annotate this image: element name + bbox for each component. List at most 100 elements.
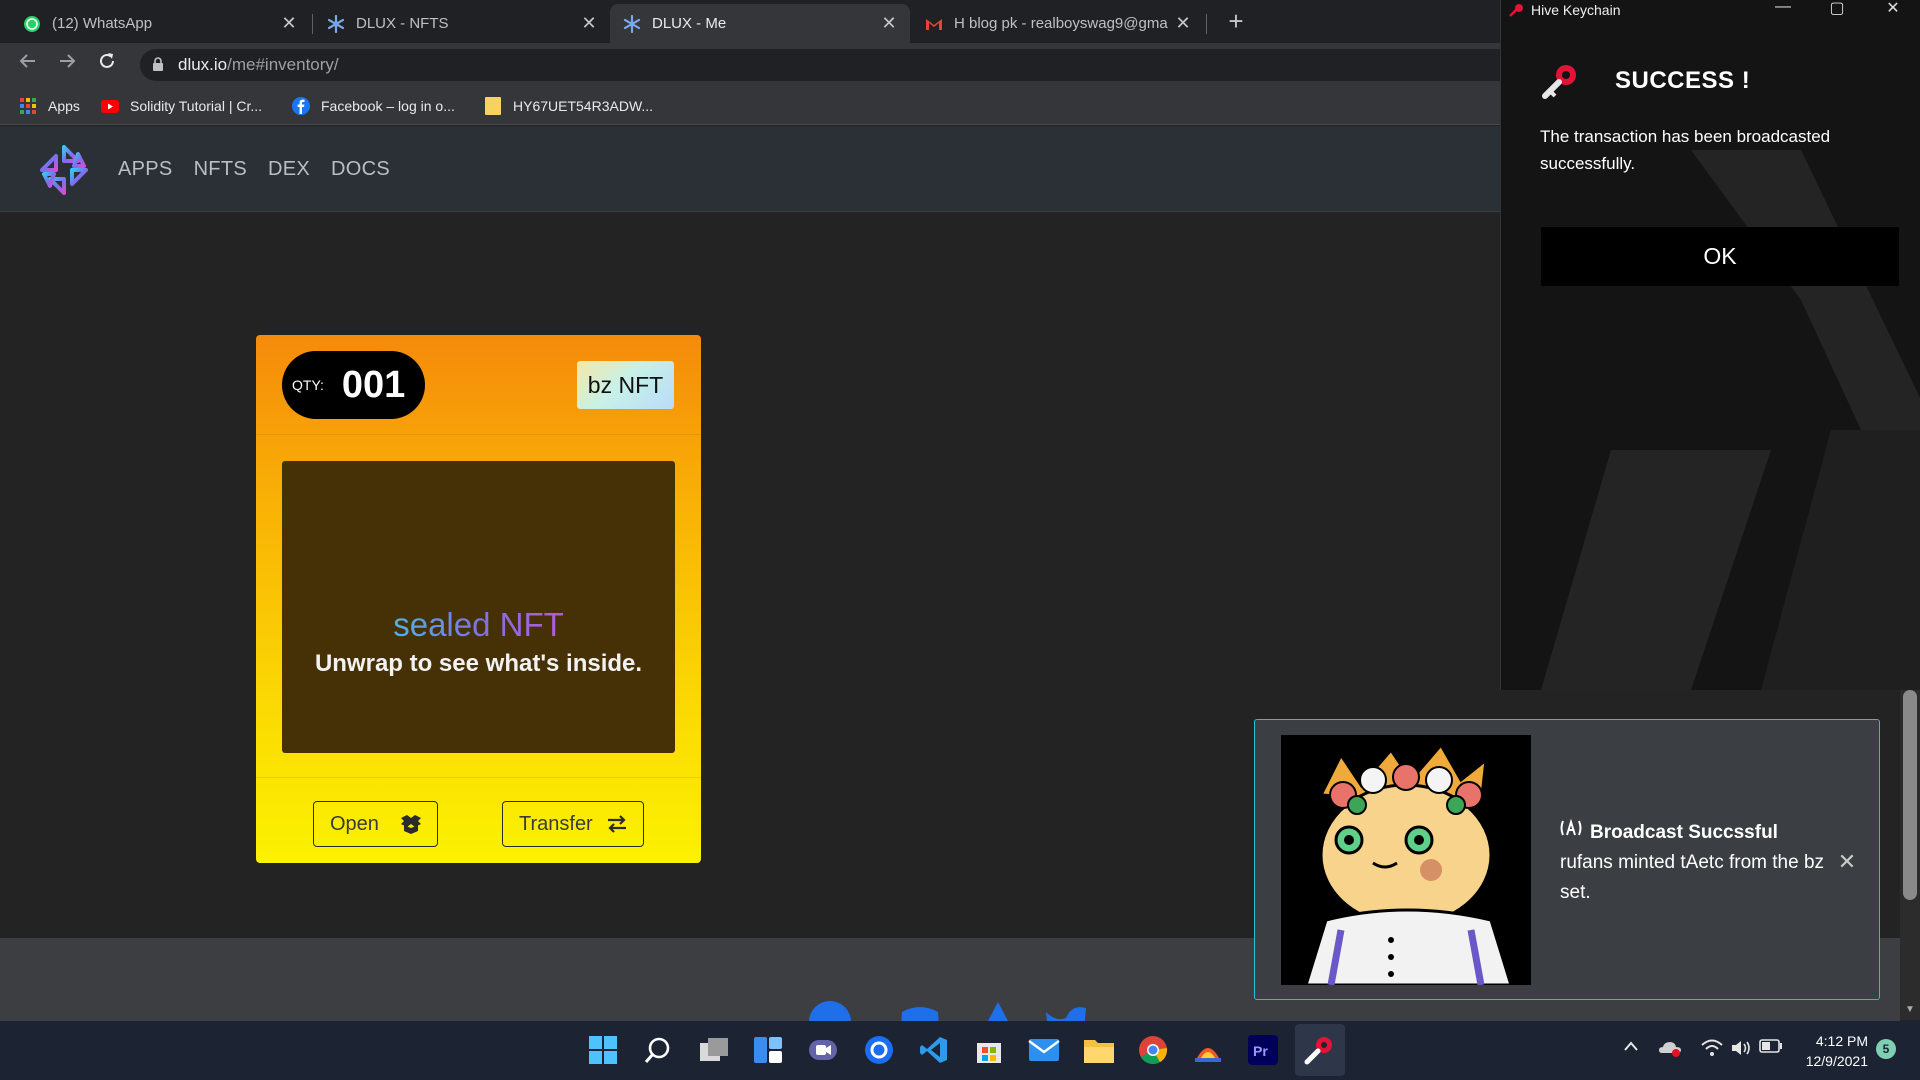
bookmark-label: Facebook – log in o... [321, 98, 455, 114]
bookmark-apps[interactable]: Apps [19, 96, 80, 116]
volume-icon[interactable] [1729, 1039, 1753, 1061]
open-button[interactable]: Open [313, 801, 438, 847]
note-icon [484, 97, 502, 115]
wifi-icon[interactable] [1700, 1039, 1724, 1061]
nav-nfts[interactable]: NFTS [194, 158, 247, 181]
vscode-icon[interactable] [917, 1033, 951, 1067]
bookmark-label: Solidity Tutorial | Cr... [130, 98, 263, 114]
tab-title: DLUX - Me [652, 15, 727, 32]
close-icon[interactable]: ✕ [1174, 13, 1192, 34]
github-icon[interactable] [808, 1000, 852, 1021]
key-icon [1509, 4, 1523, 17]
bookmark-label: HY67UET54R3ADW... [513, 98, 654, 114]
file-explorer-icon[interactable] [1082, 1033, 1116, 1067]
task-view-icon[interactable] [697, 1033, 731, 1067]
bookmark-solidity[interactable]: Solidity Tutorial | Cr... [101, 96, 262, 116]
keychain-logo-icon [1542, 65, 1576, 99]
reload-icon [100, 53, 114, 68]
arrow-left-icon [19, 54, 35, 68]
tab-dlux-nfts[interactable]: DLUX - NFTS ✕ [314, 4, 610, 43]
reload-button[interactable] [93, 51, 121, 79]
qty-label: QTY: [292, 377, 324, 393]
taskbar: Pr 4:12 PM 12/9/2021 5 [0, 1021, 1920, 1080]
widgets-icon[interactable] [751, 1033, 785, 1067]
tab-gmail[interactable]: H blog pk - realboyswag9@gmail.com ✕ [912, 4, 1204, 43]
tab-whatsapp[interactable]: (12) WhatsApp ✕ [10, 4, 310, 43]
nav-apps[interactable]: APPS [118, 158, 173, 181]
close-icon[interactable]: ✕ [280, 13, 298, 34]
maximize-icon[interactable]: ▢ [1825, 0, 1849, 20]
microsoft-store-icon[interactable] [972, 1033, 1006, 1067]
set-badge[interactable]: bz NFT [577, 361, 674, 409]
keychain-window: Hive Keychain — ▢ ✕ SUCCESS ! The transa… [1500, 0, 1920, 690]
discord-icon[interactable] [898, 1000, 942, 1021]
notification-badge[interactable]: 5 [1876, 1039, 1896, 1059]
twitter-icon[interactable] [1044, 1000, 1088, 1021]
keychain-window-title: Hive Keychain [1531, 2, 1621, 18]
toast-title-row: Broadcast Succssful [1560, 818, 1850, 848]
transfer-button[interactable]: Transfer [502, 801, 644, 847]
search-icon[interactable] [641, 1033, 675, 1067]
card-footer: Open Transfer [256, 777, 701, 863]
minimize-icon[interactable]: — [1771, 0, 1795, 20]
keychain-titlebar: Hive Keychain — ▢ ✕ [1501, 0, 1920, 20]
qty-pill: QTY: 001 [282, 351, 425, 419]
success-message: The transaction has been broadcasted suc… [1540, 127, 1831, 173]
url-path: /me#inventory/ [227, 55, 339, 74]
tab-title: DLUX - NFTS [356, 15, 449, 32]
chrome-icon[interactable] [1136, 1033, 1170, 1067]
battery-icon[interactable] [1759, 1039, 1783, 1061]
toast-message: rufans minted tAetc from the bz set. [1560, 852, 1825, 903]
nav-dex[interactable]: DEX [268, 158, 310, 181]
peakd-icon[interactable] [976, 1000, 1020, 1021]
edge-browser-icon[interactable] [862, 1033, 896, 1067]
bookmark-label: Apps [48, 98, 80, 114]
facebook-icon [292, 97, 310, 115]
forward-button[interactable] [53, 51, 81, 79]
toast-title: Broadcast Succssful [1590, 822, 1778, 843]
bookmarks-bar: Apps Solidity Tutorial | Cr... Facebook … [0, 87, 1500, 125]
svg-text:Pr: Pr [1253, 1043, 1268, 1059]
url-host: dlux.io [178, 55, 228, 74]
nav-docs[interactable]: DOCS [331, 158, 390, 181]
gmail-icon [924, 14, 944, 34]
ok-button[interactable]: OK [1541, 227, 1899, 286]
sealed-nft-box: sealed NFT Unwrap to see what's inside. [282, 461, 675, 753]
hive-keychain-icon[interactable] [1303, 1033, 1337, 1067]
open-label: Open [330, 812, 379, 835]
premiere-pro-icon[interactable]: Pr [1246, 1033, 1280, 1067]
close-icon[interactable]: ✕ [580, 13, 598, 34]
windows-start-icon[interactable] [586, 1033, 620, 1067]
keychain-background [1541, 150, 1920, 690]
address-bar[interactable]: dlux.io/me#inventory/ [140, 49, 1500, 81]
site-nav: APPS NFTS DEX DOCS [118, 158, 390, 181]
tab-title: (12) WhatsApp [52, 15, 153, 32]
nft-artwork [1281, 735, 1531, 985]
scroll-down-icon[interactable]: ▼ [1904, 1004, 1916, 1016]
dlux-icon [326, 14, 346, 34]
onedrive-icon[interactable] [1658, 1039, 1682, 1061]
card-header: QTY: 001 bz NFT [256, 335, 701, 435]
keychain-header: SUCCESS ! [1540, 63, 1750, 99]
browser-toolbar: dlux.io/me#inventory/ [0, 43, 1500, 87]
sealed-subtitle: Unwrap to see what's inside. [314, 650, 643, 677]
window-close-icon[interactable]: ✕ [1881, 0, 1905, 20]
chevron-up-icon[interactable] [1619, 1039, 1643, 1061]
bookmark-note[interactable]: HY67UET54R3ADW... [484, 96, 653, 116]
exchange-icon [605, 813, 629, 835]
broadcast-toast: Broadcast Succssful rufans minted tAetc … [1254, 719, 1880, 1000]
teams-chat-icon[interactable] [806, 1033, 840, 1067]
mail-icon[interactable] [1027, 1033, 1061, 1067]
game-app-icon[interactable] [1191, 1033, 1225, 1067]
back-button[interactable] [14, 51, 42, 79]
close-icon[interactable]: ✕ [1835, 850, 1859, 874]
youtube-icon [101, 97, 119, 115]
scrollbar-thumb[interactable] [1903, 690, 1917, 900]
tab-dlux-me[interactable]: DLUX - Me ✕ [610, 4, 910, 43]
dlux-logo-icon[interactable] [38, 144, 90, 196]
close-icon[interactable]: ✕ [880, 13, 898, 34]
bookmark-facebook[interactable]: Facebook – log in o... [292, 96, 455, 116]
new-tab-button[interactable]: + [1222, 8, 1250, 36]
system-clock[interactable]: 4:12 PM 12/9/2021 [1796, 1031, 1868, 1071]
qty-value: 001 [341, 363, 406, 406]
